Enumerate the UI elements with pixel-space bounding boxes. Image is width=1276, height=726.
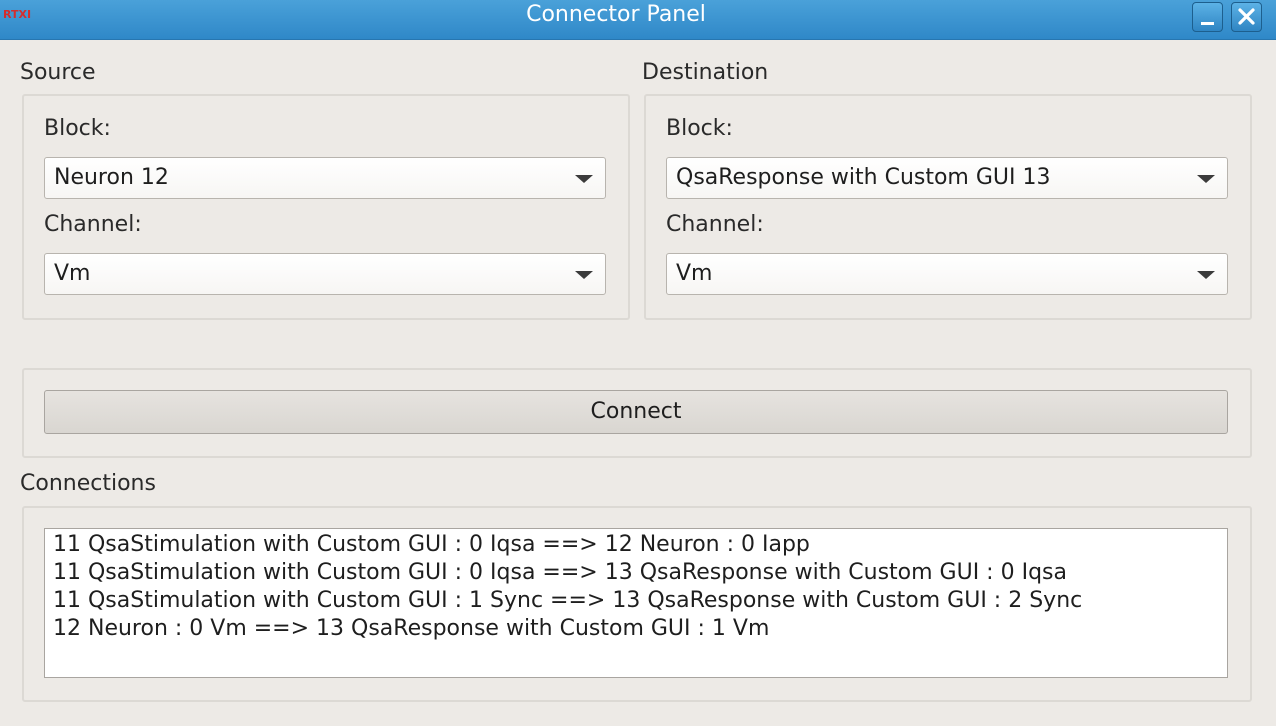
connections-list[interactable]: 11 QsaStimulation with Custom GUI : 0 Iq… — [44, 528, 1228, 678]
connector-panel-window: RTXI Connector Panel Source Block: Neuro… — [0, 0, 1276, 726]
source-channel-value: Vm — [54, 261, 91, 286]
destination-channel-label: Channel: — [666, 212, 764, 237]
source-channel-label: Channel: — [44, 212, 142, 237]
destination-channel-value: Vm — [676, 261, 713, 286]
list-item[interactable]: 11 QsaStimulation with Custom GUI : 0 Iq… — [53, 559, 1227, 587]
chevron-down-icon — [1197, 175, 1215, 183]
chevron-down-icon — [1197, 271, 1215, 279]
source-block-label: Block: — [44, 116, 111, 141]
list-item[interactable]: 11 QsaStimulation with Custom GUI : 1 Sy… — [53, 587, 1227, 615]
source-block-select[interactable]: Neuron 12 — [44, 157, 606, 199]
window-title: Connector Panel — [526, 2, 706, 27]
destination-channel-select[interactable]: Vm — [666, 253, 1228, 295]
close-icon — [1238, 8, 1255, 25]
source-channel-select[interactable]: Vm — [44, 253, 606, 295]
connect-button[interactable]: Connect — [44, 390, 1228, 434]
destination-block-select[interactable]: QsaResponse with Custom GUI 13 — [666, 157, 1228, 199]
minimize-button[interactable] — [1192, 2, 1223, 32]
destination-section-label: Destination — [642, 60, 769, 85]
close-button[interactable] — [1231, 2, 1262, 32]
title-bar[interactable]: RTXI Connector Panel — [0, 0, 1276, 40]
destination-block-value: QsaResponse with Custom GUI 13 — [676, 165, 1051, 190]
connections-section-label: Connections — [20, 471, 156, 496]
list-item[interactable]: 12 Neuron : 0 Vm ==> 13 QsaResponse with… — [53, 615, 1227, 643]
minimize-icon — [1201, 22, 1214, 25]
chevron-down-icon — [575, 175, 593, 183]
list-item[interactable]: 11 QsaStimulation with Custom GUI : 0 Iq… — [53, 531, 1227, 559]
source-block-value: Neuron 12 — [54, 165, 169, 190]
chevron-down-icon — [575, 271, 593, 279]
destination-block-label: Block: — [666, 116, 733, 141]
source-section-label: Source — [20, 60, 96, 85]
